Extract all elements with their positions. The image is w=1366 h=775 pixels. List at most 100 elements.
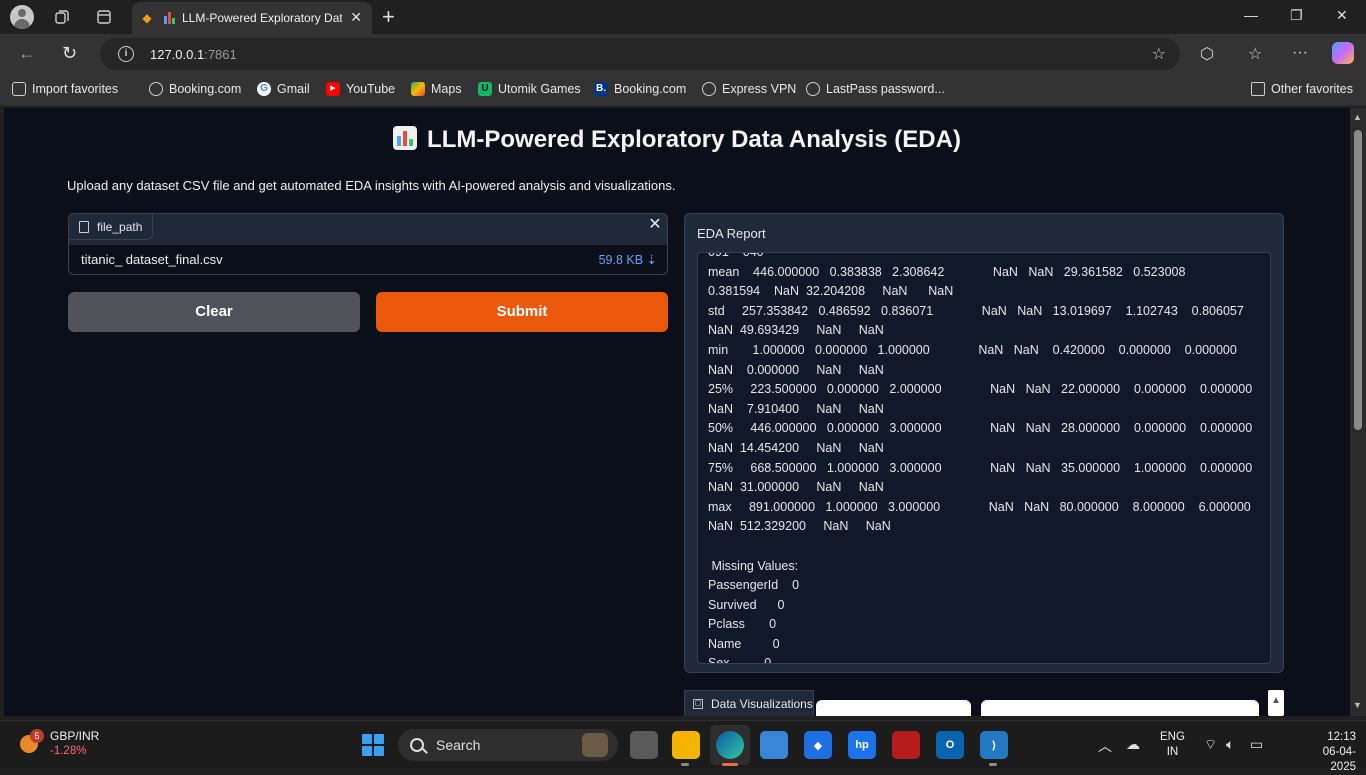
maps-icon: [411, 82, 425, 96]
bookmark-youtube[interactable]: ▶ YouTube: [326, 82, 395, 96]
tab-strip: ◆ LLM-Powered Exploratory Dat ✕ + — ❐ ✕: [0, 0, 1366, 34]
running-indicator: [681, 763, 689, 766]
report-line: Survived 0: [708, 597, 785, 612]
widget-change: -1.28%: [50, 745, 87, 757]
maximize-icon[interactable]: ❐: [1290, 7, 1303, 24]
input-language[interactable]: ENG IN: [1160, 730, 1185, 760]
eda-report-textbox[interactable]: 091 040 mean 446.000000 0.383838 2.308642…: [697, 252, 1271, 664]
search-placeholder: Search: [436, 737, 481, 753]
gallery-icon: ▢: [693, 698, 703, 709]
visualization-card[interactable]: [981, 700, 1259, 716]
vscode-icon[interactable]: ⟩: [980, 731, 1008, 759]
bookmark-booking[interactable]: Booking.com: [149, 82, 241, 96]
report-line: Pclass 0: [708, 617, 777, 632]
scroll-down-icon[interactable]: ▼: [1353, 700, 1362, 710]
globe-icon: [702, 82, 716, 96]
report-line: mean 446.000000 0.383838 2.308642 NaN Na…: [708, 264, 1186, 279]
copilot-icon[interactable]: [1332, 42, 1354, 64]
eda-report-text: 091 040 mean 446.000000 0.383838 2.308642…: [708, 252, 1253, 663]
file-size-download-link[interactable]: 59.8 KB ⇣: [599, 252, 657, 267]
minimize-icon[interactable]: —: [1244, 7, 1258, 23]
bookmark-booking-2[interactable]: B. Booking.com: [594, 82, 686, 96]
report-line: [708, 537, 1252, 557]
battery-icon[interactable]: ▭: [1250, 736, 1263, 753]
report-line: Name 0: [708, 636, 780, 651]
data-visualizations-tab[interactable]: ▢ Data Visualizations: [684, 690, 814, 716]
profile-avatar[interactable]: [10, 5, 34, 29]
tab-close-icon[interactable]: ✕: [350, 9, 362, 26]
favorites-icon[interactable]: ☆: [1248, 44, 1262, 64]
new-tab-icon[interactable]: +: [382, 4, 395, 30]
task-view-icon[interactable]: [630, 731, 658, 759]
tab-actions-icon[interactable]: [92, 5, 116, 29]
submit-button[interactable]: Submit: [376, 292, 668, 332]
site-info-icon[interactable]: i: [118, 46, 134, 62]
bar-chart-emoji-icon: [393, 126, 418, 150]
other-favorites[interactable]: Other favorites: [1251, 82, 1353, 96]
outlook-icon[interactable]: O: [936, 731, 964, 759]
report-line: min 1.000000 0.000000 1.000000 NaN NaN 0…: [708, 342, 1237, 357]
report-line: NaN 7.910400 NaN NaN: [708, 401, 884, 416]
gradio-app: LLM-Powered Exploratory Data Analysis (E…: [4, 108, 1350, 716]
reload-icon[interactable]: ↻: [62, 43, 77, 64]
gradio-favicon-icon: ◆: [142, 11, 152, 25]
globe-icon: [149, 82, 163, 96]
start-button-icon[interactable]: [362, 734, 384, 756]
widgets-button[interactable]: 5 GBP/INR -1.28%: [18, 729, 99, 757]
taskbar-clock[interactable]: 12:13 06-04-2025: [1300, 730, 1356, 775]
scrollbar-thumb[interactable]: [1354, 130, 1362, 430]
report-line: 0.381594 NaN 32.204208 NaN NaN: [708, 284, 954, 299]
uploaded-file-row: titanic_ dataset_final.csv 59.8 KB ⇣: [69, 245, 667, 274]
more-menu-icon[interactable]: ···: [1292, 44, 1308, 62]
page-scrollbar[interactable]: ▲ ▼: [1350, 108, 1366, 716]
bookmark-expressvpn[interactable]: Express VPN: [702, 82, 796, 96]
address-bar[interactable]: i 127.0.0.1:7861 ☆: [100, 38, 1180, 70]
globe-icon: [806, 82, 820, 96]
file-explorer-icon[interactable]: [672, 731, 700, 759]
taskbar-search[interactable]: Search: [398, 729, 618, 761]
eda-report-label: EDA Report: [697, 226, 766, 241]
visualization-card[interactable]: [816, 700, 971, 716]
extensions-icon[interactable]: ⬡: [1200, 44, 1214, 64]
report-line: std 257.353842 0.486592 0.836071 NaN NaN…: [708, 303, 1244, 318]
clear-button[interactable]: Clear: [68, 292, 360, 332]
favorite-star-icon[interactable]: ☆: [1152, 44, 1166, 64]
bookmark-gmail[interactable]: G Gmail: [257, 82, 310, 96]
widget-title: GBP/INR: [50, 729, 100, 743]
browser-tab-active[interactable]: ◆ LLM-Powered Exploratory Dat ✕: [132, 2, 372, 34]
microsoft-store-icon[interactable]: [760, 731, 788, 759]
window-close-icon[interactable]: ✕: [1336, 7, 1348, 24]
bookmark-import-favorites[interactable]: Import favorites: [12, 82, 118, 96]
eda-report-panel: EDA Report 091 040 mean 446.000000 0.3838…: [684, 213, 1284, 673]
active-indicator: [722, 763, 738, 766]
report-line: max 891.000000 1.000000 3.000000 NaN NaN…: [708, 499, 1251, 514]
remove-file-icon[interactable]: ✕: [643, 214, 667, 238]
edge-browser-icon[interactable]: [716, 731, 744, 759]
page-description: Upload any dataset CSV file and get auto…: [67, 178, 676, 193]
report-line: 091 040: [708, 252, 764, 259]
dropbox-icon[interactable]: ◆: [804, 731, 832, 759]
import-icon: [12, 82, 26, 96]
bookmark-lastpass[interactable]: LastPass password...: [806, 82, 945, 96]
myhp-icon[interactable]: hp: [848, 731, 876, 759]
back-icon[interactable]: ←: [18, 43, 36, 64]
chart-emoji-icon: [164, 12, 176, 24]
gallery-scroll-up-icon[interactable]: ▲: [1268, 690, 1284, 716]
windows-taskbar: 5 GBP/INR -1.28% Search ◆ hp O ⟩ ︿ ☁ ENG…: [0, 720, 1366, 773]
volume-icon[interactable]: 🔈︎: [1226, 736, 1234, 753]
show-hidden-icons[interactable]: ︿: [1098, 736, 1112, 756]
scroll-up-icon[interactable]: ▲: [1353, 112, 1362, 122]
wifi-icon[interactable]: ⌔: [1204, 736, 1217, 754]
workspaces-icon[interactable]: [50, 5, 74, 29]
report-line: 25% 223.500000 0.000000 2.000000 NaN NaN…: [708, 382, 1253, 397]
search-highlight-icon: [582, 733, 608, 757]
file-upload[interactable]: file_path ✕ titanic_ dataset_final.csv 5…: [68, 213, 668, 275]
onedrive-icon[interactable]: ☁: [1126, 736, 1140, 753]
youtube-icon: ▶: [326, 82, 340, 96]
bookmark-utomik[interactable]: U Utomik Games: [478, 82, 581, 96]
url-text: 127.0.0.1:7861: [150, 46, 237, 62]
bookmark-maps[interactable]: Maps: [411, 82, 462, 96]
browser-toolbar: ← ↻ i 127.0.0.1:7861 ☆ ⬡ ☆ ···: [0, 34, 1366, 74]
antivirus-icon[interactable]: [892, 731, 920, 759]
running-indicator: [989, 763, 997, 766]
